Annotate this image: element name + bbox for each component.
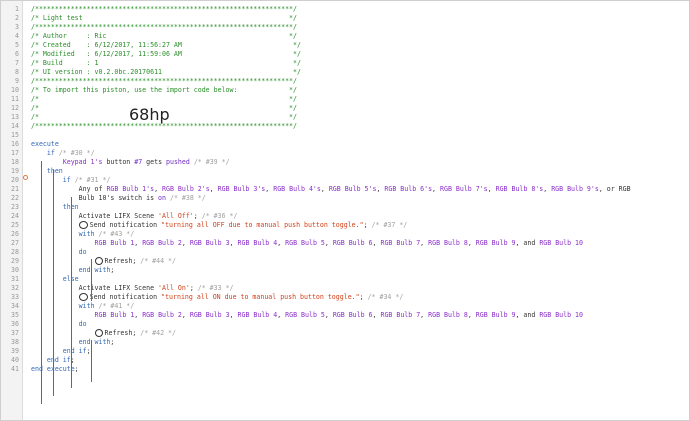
line-number: 36 <box>11 320 19 328</box>
code-line: if /* #30 */ <box>46 149 95 157</box>
line-number: 34 <box>11 302 19 310</box>
import-code: 68hp <box>129 105 170 124</box>
code-line: /***************************************… <box>31 5 297 13</box>
code-line: Any of RGB Bulb 1's, RGB Bulb 2's, RGB B… <box>31 185 631 193</box>
code-line: Keypad 1's button #7 gets pushed /* #39 … <box>62 158 230 166</box>
chat-bubble-icon <box>78 221 88 229</box>
code-line: do <box>78 320 87 328</box>
line-number: 16 <box>11 140 19 148</box>
line-number: 5 <box>15 41 19 49</box>
code-line: with /* #41 */ <box>78 302 135 310</box>
if-guide <box>53 170 54 396</box>
line-number: 21 <box>11 185 19 193</box>
code-line: /* Build : 1 */ <box>31 59 301 67</box>
line-number: 41 <box>11 365 19 373</box>
code-line: Send notification "turning all ON due to… <box>31 293 403 302</box>
code-line: /***************************************… <box>31 23 297 31</box>
line-number: 31 <box>11 275 19 283</box>
line-number: 30 <box>11 266 19 274</box>
line-number: 26 <box>11 230 19 238</box>
code-line: end if; <box>62 347 91 355</box>
code-text: Send notification "turning all ON due to… <box>89 293 404 301</box>
code-line: execute <box>31 140 59 148</box>
line-number: 33 <box>11 293 19 301</box>
code-line: /***************************************… <box>31 77 297 85</box>
code-line: end with; <box>78 338 115 346</box>
line-number: 6 <box>15 50 19 58</box>
line-number: 29 <box>11 257 19 265</box>
refresh-icon <box>94 257 103 265</box>
line-number: 38 <box>11 338 19 346</box>
line-number: 39 <box>11 347 19 355</box>
code-line: /* UI version : v0.2.0bc.20170611 */ <box>31 68 301 76</box>
code-line: do <box>78 248 87 256</box>
code-line: then <box>46 167 63 175</box>
line-number: 10 <box>11 86 19 94</box>
line-number: 25 <box>11 221 19 229</box>
code-line: /* Author : Ric */ <box>31 32 297 40</box>
code-line: Activate LIFX Scene 'All Off'; /* #36 */ <box>31 212 238 220</box>
line-number: 28 <box>11 248 19 256</box>
execute-guide <box>41 161 42 404</box>
code-line: /* Light test */ <box>31 14 297 22</box>
code-line: end with; <box>78 266 115 274</box>
line-number: 2 <box>15 14 19 22</box>
line-number: 3 <box>15 23 19 31</box>
code-line: /* */ <box>31 95 297 103</box>
line-number: 20 <box>11 176 19 184</box>
code-line: /* Modified : 6/12/2017, 11:59:06 AM */ <box>31 50 301 58</box>
code-line: RGB Bulb 1, RGB Bulb 2, RGB Bulb 3, RGB … <box>94 311 583 319</box>
line-number: 22 <box>11 194 19 202</box>
with-guide-1 <box>91 259 92 301</box>
line-number: 13 <box>11 113 19 121</box>
line-number-gutter: 1 2 3 4 5 6 7 8 9 10 11 12 13 14 15 16 17 18 19 20 21 22 23 24 2… <box>1 1 23 420</box>
line-number: 4 <box>15 32 19 40</box>
line-number: 27 <box>11 239 19 247</box>
inner-if-guide <box>71 197 72 388</box>
code-editor: 1 2 3 4 5 6 7 8 9 10 11 12 13 14 15 16 17 18 19 20 21 22 23 24 2… <box>0 0 690 421</box>
line-number: 1 <box>15 5 19 13</box>
code-line: Activate LIFX Scene 'All On'; /* #33 */ <box>31 284 234 292</box>
line-number: 19 <box>11 167 19 175</box>
circle-marker-icon <box>23 175 28 180</box>
line-number: 7 <box>15 59 19 67</box>
line-number: 11 <box>11 95 19 103</box>
code-text: Send notification "turning all OFF due t… <box>89 221 408 229</box>
with-guide-2 <box>91 340 92 382</box>
code-line: with /* #43 */ <box>78 230 135 238</box>
refresh-icon <box>94 329 103 337</box>
chat-bubble-icon <box>78 293 88 301</box>
code-line: if /* #31 */ <box>62 176 111 184</box>
code-text: Refresh; /* #44 */ <box>104 257 176 265</box>
line-number: 32 <box>11 284 19 292</box>
code-line: RGB Bulb 1, RGB Bulb 2, RGB Bulb 3, RGB … <box>94 239 583 247</box>
line-number: 24 <box>11 212 19 220</box>
line-number: 40 <box>11 356 19 364</box>
line-number: 9 <box>15 77 19 85</box>
line-number: 8 <box>15 68 19 76</box>
line-number: 37 <box>11 329 19 337</box>
line-number: 12 <box>11 104 19 112</box>
line-number: 18 <box>11 158 19 166</box>
line-number: 15 <box>11 131 19 139</box>
code-line: /* Created : 6/12/2017, 11:56:27 AM */ <box>31 41 301 49</box>
code-line: /* To import this piston, use the import… <box>31 86 297 94</box>
line-number: 23 <box>11 203 19 211</box>
line-number: 14 <box>11 122 19 130</box>
code-line: Bulb 10's switch is on /* #38 */ <box>31 194 206 202</box>
line-number: 17 <box>11 149 19 157</box>
code-text: Refresh; /* #42 */ <box>104 329 176 337</box>
line-number: 35 <box>11 311 19 319</box>
code-line: Send notification "turning all OFF due t… <box>31 221 407 230</box>
